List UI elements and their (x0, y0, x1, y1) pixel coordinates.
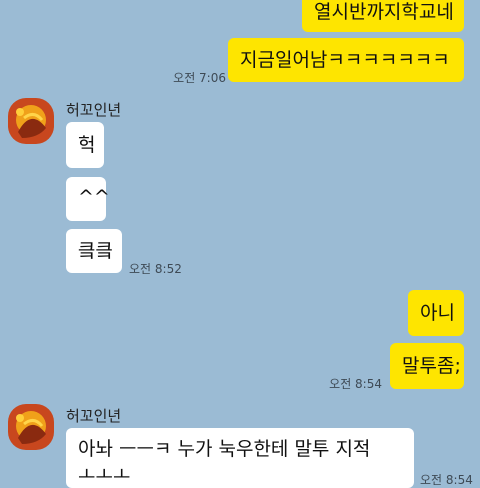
sender-name: 허꼬인년 (66, 101, 122, 119)
other-message-bubble[interactable]: 아놔 ㅡㅡㅋ 누가 눅우한테 말투 지적 ㅗㅗㅗ (66, 428, 414, 488)
profile-avatar-orange-icon (8, 98, 54, 144)
message-timestamp: 오전 7:06 (173, 71, 226, 85)
message-text: 아니 (420, 302, 455, 324)
other-message-bubble[interactable]: ^^ (66, 177, 110, 221)
other-message-bubble[interactable]: 헉 (66, 122, 104, 168)
message-text: 헉 (78, 134, 96, 156)
profile-avatar[interactable] (8, 404, 54, 450)
my-message-bubble[interactable]: 아니 (408, 290, 464, 336)
sender-name: 허꼬인년 (66, 407, 122, 425)
message-timestamp: 오전 8:52 (129, 262, 182, 276)
other-message-bubble[interactable]: 킄킄 (66, 229, 122, 273)
message-text: ^^ (78, 186, 110, 208)
message-text: 지금일어남ㅋㅋㅋㅋㅋㅋㅋ (240, 49, 450, 71)
message-text: 열시반까지학교네 (314, 1, 454, 23)
message-text-line2: ㅗㅗㅗ (78, 464, 131, 486)
profile-avatar-orange-icon (8, 404, 54, 450)
message-timestamp: 오전 8:54 (329, 377, 382, 391)
my-message-bubble[interactable]: 지금일어남ㅋㅋㅋㅋㅋㅋㅋ (228, 38, 464, 82)
my-message-bubble[interactable]: 열시반까지학교네 (302, 0, 464, 32)
my-message-bubble[interactable]: 말투좀; (390, 343, 464, 389)
profile-avatar[interactable] (8, 98, 54, 144)
message-text: 말투좀; (402, 355, 461, 377)
message-text: 킄킄 (78, 240, 113, 262)
message-text: 아놔 ㅡㅡㅋ 누가 눅우한테 말투 지적 (78, 438, 371, 460)
